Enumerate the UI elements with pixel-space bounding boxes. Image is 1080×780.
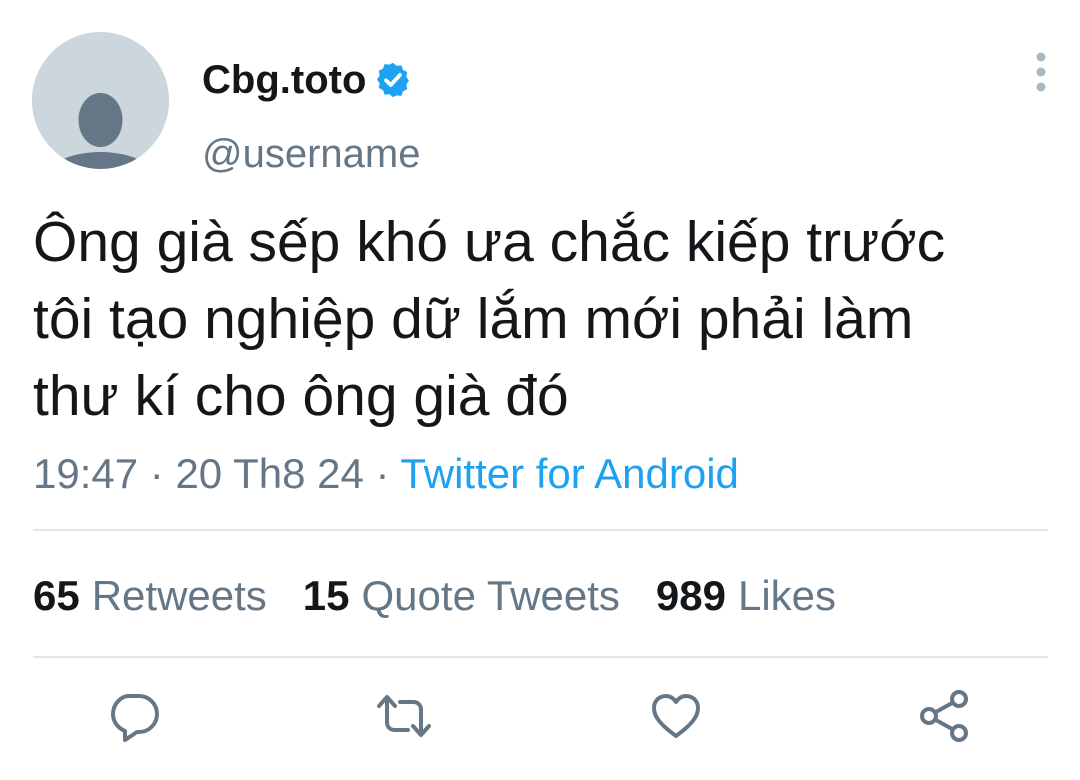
more-vertical-icon[interactable] [1026, 48, 1056, 98]
meta-separator: · [363, 450, 401, 497]
likes-stat[interactable]: 989 Likes [656, 570, 836, 622]
meta-separator: · [138, 450, 176, 497]
likes-label: Likes [737, 572, 837, 619]
retweets-stat[interactable]: 65 Retweets [33, 570, 267, 622]
quote-tweets-count: 15 [302, 572, 350, 619]
verified-badge-icon [374, 61, 412, 99]
tweet-stats: 65 Retweets 15 Quote Tweets 989 Likes [33, 570, 872, 622]
divider [33, 656, 1048, 658]
tweet-meta: 19:47 · 20 Th8 24 · Twitter for Android [33, 448, 739, 500]
tweet-time: 19:47 [33, 450, 139, 497]
quote-tweets-stat[interactable]: 15 Quote Tweets [303, 570, 620, 622]
tweet-date: 20 Th8 24 [175, 450, 364, 497]
default-avatar-icon [32, 32, 169, 169]
tweet-text: Ông già sếp khó ưa chắc kiếp trước tôi t… [33, 210, 946, 428]
author-header[interactable]: Cbg.toto [202, 56, 412, 104]
divider [33, 529, 1048, 531]
likes-count: 989 [655, 572, 726, 619]
quote-tweets-label: Quote Tweets [361, 572, 620, 619]
retweet-icon[interactable] [374, 686, 434, 746]
author-handle[interactable]: @username [202, 130, 420, 178]
avatar[interactable] [32, 32, 169, 169]
retweets-label: Retweets [91, 572, 267, 619]
like-icon[interactable] [646, 686, 706, 746]
retweets-count: 65 [33, 572, 80, 619]
action-bar [0, 686, 1080, 746]
display-name[interactable]: Cbg.toto [202, 56, 366, 104]
share-icon[interactable] [914, 686, 974, 746]
tweet-source-link[interactable]: Twitter for Android [400, 450, 738, 497]
reply-icon[interactable] [104, 686, 164, 746]
